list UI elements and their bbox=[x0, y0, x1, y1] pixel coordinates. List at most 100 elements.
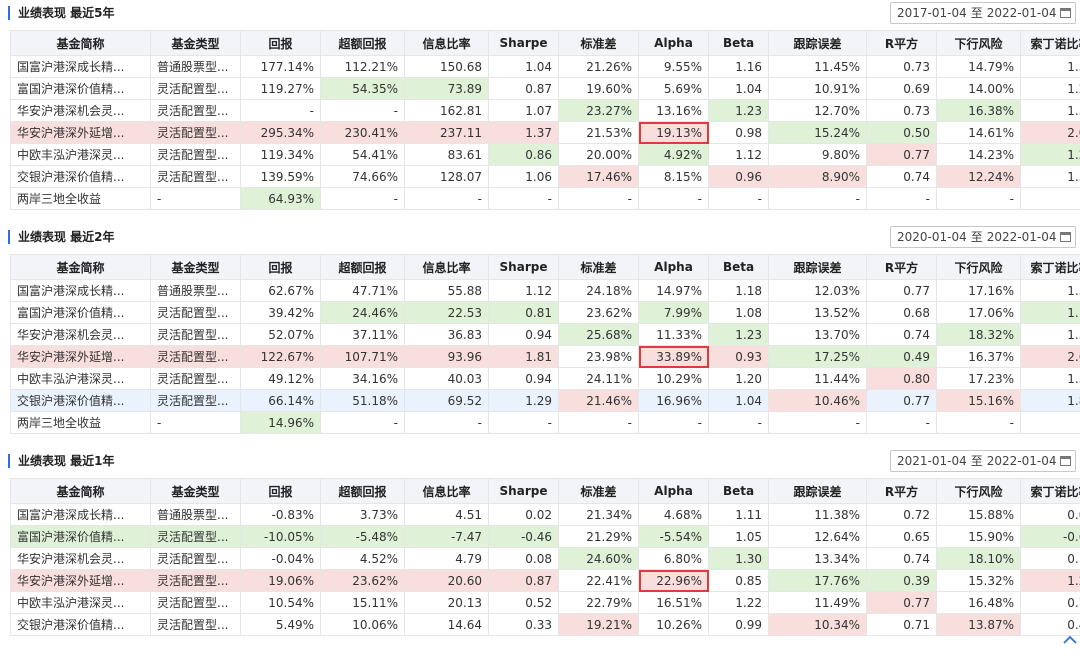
column-header[interactable]: R平方 bbox=[866, 478, 937, 504]
section-header: 业绩表现 最近1年 2021-01-04 至 2022-01-04 bbox=[0, 448, 1080, 478]
column-header[interactable]: 基金简称 bbox=[10, 30, 151, 56]
column-header[interactable]: 超额回报 bbox=[320, 254, 405, 280]
column-header[interactable]: Beta bbox=[708, 30, 769, 56]
table-row[interactable]: 两岸三地全收益-64.93%---------- bbox=[10, 187, 1080, 210]
table-row[interactable]: 交银沪港深价值精... 灵活配置型... 5.49% 10.06% 14.64 0.33 1… bbox=[10, 613, 1080, 636]
column-header[interactable]: 跟踪误差 bbox=[768, 30, 867, 56]
column-header[interactable]: Alpha bbox=[638, 254, 709, 280]
column-header[interactable]: 基金简称 bbox=[10, 254, 151, 280]
column-header[interactable]: Sharpe bbox=[488, 254, 559, 280]
performance-section: 业绩表现 最近1年 2021-01-04 至 2022-01-04 基金简称 基金类型 回报… bbox=[0, 448, 1080, 636]
table-row[interactable]: 国富沪港深成长精... 普通股票型... 62.67% 47.71% 55.88 1.12… bbox=[10, 279, 1080, 302]
fund-name-cell: 交银沪港深价值精... bbox=[10, 165, 151, 188]
column-header[interactable]: 回报 bbox=[240, 478, 321, 504]
metric-cell: 1.82 bbox=[1020, 389, 1080, 412]
metric-cell: 12.64% bbox=[768, 525, 867, 548]
column-header[interactable]: Sharpe bbox=[488, 478, 559, 504]
metric-cell: 1.22 bbox=[708, 591, 769, 614]
metric-cell: 14.61% bbox=[936, 121, 1021, 144]
column-header[interactable]: 信息比率 bbox=[404, 478, 489, 504]
metric-cell: 17.25% bbox=[768, 345, 867, 368]
metric-cell: 122.67% bbox=[240, 345, 321, 368]
table-row[interactable]: 中欧丰泓沪港深灵... 灵活配置型... 49.12% 34.16% 40.03 0.94… bbox=[10, 367, 1080, 390]
column-header[interactable]: 基金类型 bbox=[150, 478, 241, 504]
column-header[interactable]: Beta bbox=[708, 478, 769, 504]
table-row[interactable]: 两岸三地全收益-14.96%---------- bbox=[10, 411, 1080, 434]
table-row[interactable]: 华安沪港深机会灵... 灵活配置型... -0.04% 4.52% 4.79 0.08 24… bbox=[10, 547, 1080, 570]
metric-cell: 20.00% bbox=[558, 143, 639, 166]
column-header[interactable]: Alpha bbox=[638, 30, 709, 56]
metric-cell: 1.50 bbox=[1020, 55, 1080, 78]
date-range-picker[interactable]: 2017-01-04 至 2022-01-04 bbox=[890, 2, 1076, 24]
metric-cell: 0.49 bbox=[866, 345, 937, 368]
table-row[interactable]: 中欧丰泓沪港深灵... 灵活配置型... 10.54% 15.11% 20.13 0.52… bbox=[10, 591, 1080, 614]
column-header[interactable]: 超额回报 bbox=[320, 30, 405, 56]
table-row[interactable]: 中欧丰泓沪港深灵... 灵活配置型... 119.34% 54.41% 83.61 0.8… bbox=[10, 143, 1080, 166]
metric-cell: 119.34% bbox=[240, 143, 321, 166]
date-range-picker[interactable]: 2021-01-04 至 2022-01-04 bbox=[890, 450, 1076, 472]
metric-cell: 22.53 bbox=[404, 301, 489, 324]
table-row[interactable]: 国富沪港深成长精... 普通股票型... 177.14% 112.21% 150.68 1… bbox=[10, 55, 1080, 78]
column-header[interactable]: 标准差 bbox=[558, 30, 639, 56]
scroll-to-top-icon[interactable] bbox=[1062, 632, 1078, 648]
column-header[interactable]: 下行风险 bbox=[936, 30, 1021, 56]
metric-cell: 22.96% bbox=[638, 569, 709, 592]
metric-cell: 0.99 bbox=[708, 613, 769, 636]
metric-cell: 21.46% bbox=[558, 389, 639, 412]
column-header[interactable]: Sharpe bbox=[488, 30, 559, 56]
table-row[interactable]: 国富沪港深成长精... 普通股票型... -0.83% 3.73% 4.51 0.02 21… bbox=[10, 503, 1080, 526]
column-header[interactable]: Alpha bbox=[638, 478, 709, 504]
metric-cell: - bbox=[638, 187, 709, 210]
column-header[interactable]: 索丁诺比率 bbox=[1020, 254, 1080, 280]
metric-cell: 0.02 bbox=[488, 503, 559, 526]
column-header[interactable]: 跟踪误差 bbox=[768, 254, 867, 280]
table-row[interactable]: 华安沪港深外延增... 灵活配置型... 295.34% 230.41% 237.11 1… bbox=[10, 121, 1080, 144]
column-header[interactable]: 回报 bbox=[240, 30, 321, 56]
metric-cell: 9.80% bbox=[768, 143, 867, 166]
table-row[interactable]: 华安沪港深机会灵... 灵活配置型... 52.07% 37.11% 36.83 0.94… bbox=[10, 323, 1080, 346]
table-row[interactable]: 交银沪港深价值精... 灵活配置型... 139.59% 74.66% 128.07 1.… bbox=[10, 165, 1080, 188]
table-row[interactable]: 华安沪港深外延增... 灵活配置型... 19.06% 23.62% 20.60 0.87… bbox=[10, 569, 1080, 592]
calendar-icon[interactable] bbox=[1060, 8, 1071, 18]
column-header[interactable]: 信息比率 bbox=[404, 254, 489, 280]
column-header[interactable]: 信息比率 bbox=[404, 30, 489, 56]
metric-cell: 39.42% bbox=[240, 301, 321, 324]
table-row[interactable]: 富国沪港深价值精... 灵活配置型... 119.27% 54.35% 73.89 0.8… bbox=[10, 77, 1080, 100]
column-header[interactable]: 基金类型 bbox=[150, 30, 241, 56]
column-header[interactable]: 索丁诺比率 bbox=[1020, 478, 1080, 504]
column-header[interactable]: 下行风险 bbox=[936, 478, 1021, 504]
column-header[interactable]: 基金类型 bbox=[150, 254, 241, 280]
column-header[interactable]: 索丁诺比率 bbox=[1020, 30, 1080, 56]
column-header[interactable]: 标准差 bbox=[558, 478, 639, 504]
column-header[interactable]: 基金简称 bbox=[10, 478, 151, 504]
column-header[interactable]: R平方 bbox=[866, 30, 937, 56]
table-row[interactable]: 华安沪港深外延增... 灵活配置型... 122.67% 107.71% 93.96 1.… bbox=[10, 345, 1080, 368]
metric-cell: 11.45% bbox=[768, 55, 867, 78]
metric-cell: -0.83% bbox=[240, 503, 321, 526]
metric-cell: 0.73 bbox=[866, 55, 937, 78]
metric-cell: 0.94 bbox=[488, 367, 559, 390]
calendar-icon[interactable] bbox=[1060, 456, 1071, 466]
fund-type-cell: 灵活配置型... bbox=[150, 77, 241, 100]
metric-cell: 17.06% bbox=[936, 301, 1021, 324]
column-header[interactable]: 回报 bbox=[240, 254, 321, 280]
table-row[interactable]: 富国沪港深价值精... 灵活配置型... -10.05% -5.48% -7.47 -0.… bbox=[10, 525, 1080, 548]
table-row[interactable]: 华安沪港深机会灵... 灵活配置型... - -162.81 1.07 23.27% 13.… bbox=[10, 99, 1080, 122]
fund-type-cell: 灵活配置型... bbox=[150, 121, 241, 144]
column-header[interactable]: R平方 bbox=[866, 254, 937, 280]
date-range-picker[interactable]: 2020-01-04 至 2022-01-04 bbox=[890, 226, 1076, 248]
performance-section: 业绩表现 最近2年 2020-01-04 至 2022-01-04 基金简称 基金类型 回报… bbox=[0, 224, 1080, 434]
column-header[interactable]: Beta bbox=[708, 254, 769, 280]
fund-type-cell: - bbox=[150, 187, 241, 210]
column-header[interactable]: 跟踪误差 bbox=[768, 478, 867, 504]
table-row[interactable]: 交银沪港深价值精... 灵活配置型... 66.14% 51.18% 69.52 1.29… bbox=[10, 389, 1080, 412]
table-row[interactable]: 富国沪港深价值精... 灵活配置型... 39.42% 24.46% 22.53 0.81… bbox=[10, 301, 1080, 324]
column-header[interactable]: 标准差 bbox=[558, 254, 639, 280]
metric-cell: 10.26% bbox=[638, 613, 709, 636]
column-header[interactable]: 超额回报 bbox=[320, 478, 405, 504]
metric-cell: 1.31 bbox=[1020, 323, 1080, 346]
calendar-icon[interactable] bbox=[1060, 232, 1071, 242]
metric-cell: 11.38% bbox=[768, 503, 867, 526]
column-header[interactable]: 下行风险 bbox=[936, 254, 1021, 280]
metric-cell: 13.52% bbox=[768, 301, 867, 324]
